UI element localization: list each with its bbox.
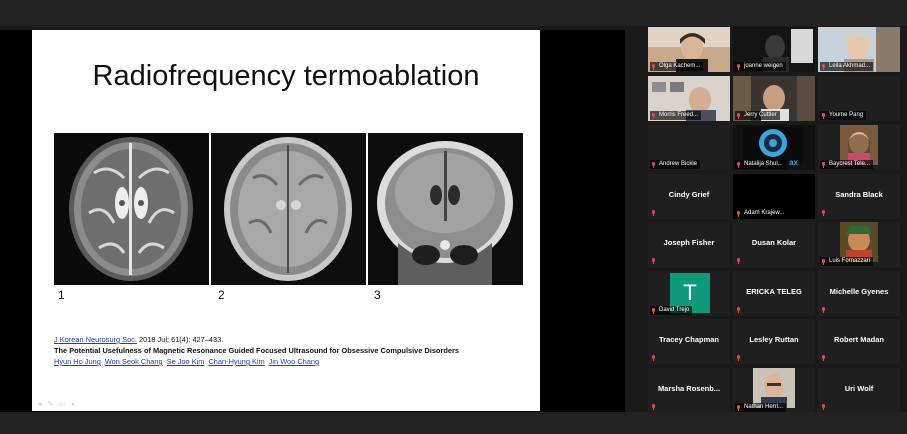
participant-name-label: Adam Krajew... — [735, 209, 788, 218]
participant-name-label: David Trejo — [650, 306, 693, 315]
presentation-slide: Radiofrequency termoablation 1 2 3 J Kor… — [32, 30, 540, 411]
participant-tile-14[interactable]: Luis Fornazzari — [818, 222, 900, 267]
participant-name-label: Youme Pang — [820, 111, 867, 120]
journal-details: 2018 Jul; 61(4): 427–433. — [136, 335, 224, 344]
author-link[interactable]: Chan-Hyung Kim — [208, 357, 264, 366]
participant-tile-6[interactable]: Andrew Bickle — [648, 125, 730, 170]
author-link[interactable]: Se Joo Kim — [167, 357, 205, 366]
participant-name: Robert Madan — [833, 335, 884, 344]
participant-tile-15[interactable]: T David Trejo — [648, 271, 730, 316]
muted-mic-icon — [652, 64, 655, 70]
participant-tile-23[interactable]: Uri Wolf — [818, 368, 900, 413]
participant-name-label: Morris Freed... — [650, 111, 702, 120]
participant-name: Uri Wolf — [844, 384, 874, 393]
mri-image-1 — [54, 133, 209, 285]
image-number-1: 1 — [58, 288, 65, 302]
participant-tile-11[interactable]: Sandra Black — [818, 174, 900, 219]
muted-mic-icon — [737, 64, 740, 70]
mri-image-2 — [211, 133, 366, 285]
participant-name-label: Leila Akhmad... — [820, 62, 874, 71]
slide-title: Radiofrequency termoablation — [92, 60, 480, 92]
participant-tile-13[interactable]: Dusan Kolar — [733, 222, 815, 267]
citation-authors: Hyun Ho Jung Won Seok Chang Se Joo Kim Chan… — [54, 357, 323, 366]
muted-mic-icon — [822, 259, 825, 265]
participant-tile-16[interactable]: ERICKA TELEG — [733, 271, 815, 316]
muted-mic-icon — [822, 162, 825, 168]
muted-mic-icon — [737, 113, 740, 119]
participant-tile-22[interactable]: Nathan Herrl... — [733, 368, 815, 413]
participant-tile-12[interactable]: Joseph Fisher — [648, 222, 730, 267]
muted-mic-icon — [737, 307, 740, 313]
participant-tile-1[interactable]: joanne weigen — [733, 27, 815, 72]
muted-mic-icon — [737, 211, 740, 217]
participant-tile-8[interactable]: Baycrest Tele... — [818, 125, 900, 170]
participant-tile-0[interactable]: Olga Kachem... — [648, 27, 730, 72]
participant-name-label: Jerry Cuttler — [735, 111, 780, 120]
muted-mic-icon — [652, 113, 655, 119]
muted-mic-icon — [822, 404, 825, 410]
participant-tile-7[interactable]: ax Natalija Shul... — [733, 125, 815, 170]
participant-name: Dusan Kolar — [751, 238, 797, 247]
muted-mic-icon — [652, 162, 655, 168]
svg-text:ax: ax — [789, 158, 798, 167]
muted-mic-icon — [822, 355, 825, 361]
participant-name: Michelle Gyenes — [829, 287, 889, 296]
citation-article-title: The Potential Usefulness of Magnetic Res… — [54, 346, 459, 355]
participant-tile-5[interactable]: Youme Pang — [818, 76, 900, 121]
participant-name: Cindy Grief — [668, 190, 710, 199]
participant-name: Marsha Rosenb... — [657, 384, 721, 393]
journal-link[interactable]: J Korean Neurosurg Soc. — [54, 335, 137, 344]
participant-name: Tracey Chapman — [658, 335, 720, 344]
muted-mic-icon — [652, 404, 655, 410]
slide-navigation-controls[interactable]: ◂ ✎ ▭ ▸ — [38, 400, 77, 408]
muted-mic-icon — [737, 162, 740, 168]
participant-name-label: joanne weigen — [735, 62, 786, 71]
image-number-3: 3 — [374, 288, 381, 302]
muted-mic-icon — [652, 258, 655, 264]
participant-name: Sandra Black — [835, 190, 883, 199]
muted-mic-icon — [652, 210, 655, 216]
participant-name-label: Baycrest Tele... — [820, 160, 873, 169]
participant-name-label: Andrew Bickle — [650, 160, 701, 169]
muted-mic-icon — [652, 308, 655, 314]
participant-name: ERICKA TELEG — [746, 287, 802, 296]
participant-tile-3[interactable]: Morris Freed... — [648, 76, 730, 121]
muted-mic-icon — [737, 405, 740, 411]
participant-tile-18[interactable]: Tracey Chapman — [648, 319, 730, 364]
participant-name: Joseph Fisher — [663, 238, 715, 247]
mri-image-3 — [368, 133, 523, 285]
image-number-2: 2 — [218, 288, 225, 302]
participant-tile-10[interactable]: Adam Krajew... — [733, 174, 815, 219]
participant-tile-2[interactable]: Leila Akhmad... — [818, 27, 900, 72]
participant-name-label: Natalija Shul... — [735, 160, 786, 169]
muted-mic-icon — [822, 64, 825, 70]
muted-mic-icon — [822, 210, 825, 216]
muted-mic-icon — [822, 113, 825, 119]
bottom-bar — [0, 412, 907, 434]
muted-mic-icon — [737, 258, 740, 264]
participant-tile-9[interactable]: Cindy Grief — [648, 174, 730, 219]
participant-tile-21[interactable]: Marsha Rosenb... — [648, 368, 730, 413]
author-link[interactable]: Jin Woo Chang — [269, 357, 319, 366]
participant-name-label: Luis Fornazzari — [820, 257, 874, 266]
participant-tile-17[interactable]: Michelle Gyenes — [818, 271, 900, 316]
muted-mic-icon — [737, 355, 740, 361]
participant-name-label: Olga Kachem... — [650, 62, 704, 71]
participant-tile-19[interactable]: Lesley Ruttan — [733, 319, 815, 364]
participant-name-label: Nathan Herrl... — [735, 403, 787, 412]
citation-source: J Korean Neurosurg Soc. 2018 Jul; 61(4):… — [54, 335, 223, 344]
muted-mic-icon — [652, 355, 655, 361]
participant-tile-4[interactable]: Jerry Cuttler — [733, 76, 815, 121]
muted-mic-icon — [822, 307, 825, 313]
top-bar — [0, 0, 907, 26]
author-link[interactable]: Hyun Ho Jung — [54, 357, 101, 366]
participant-tile-20[interactable]: Robert Madan — [818, 319, 900, 364]
author-link[interactable]: Won Seok Chang — [105, 357, 163, 366]
participant-name: Lesley Ruttan — [749, 335, 799, 344]
